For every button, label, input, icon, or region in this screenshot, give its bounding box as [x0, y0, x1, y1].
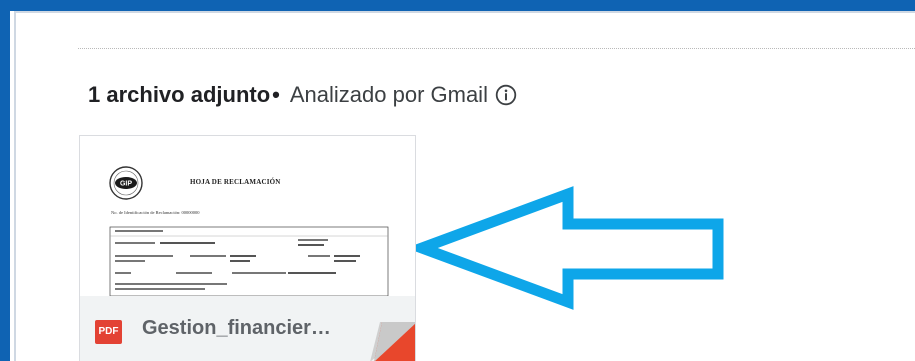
- header-separator: •: [272, 82, 280, 107]
- attachment-footer[interactable]: PDF Gestion_financier…: [80, 296, 415, 361]
- svg-text:GIP: GIP: [120, 181, 132, 188]
- document-logo: GIP: [109, 166, 143, 200]
- scan-status: Analizado por Gmail: [289, 82, 488, 107]
- attachment-preview[interactable]: GIP: [80, 136, 416, 296]
- attachment-count: 1 archivo adjunto: [88, 82, 271, 107]
- preview-title: HOJA DE RECLAMACIÓN: [190, 178, 281, 186]
- form-text-lines: [115, 230, 360, 290]
- attachments-header: 1 archivo adjunto • Analizado por Gmail: [88, 82, 517, 108]
- preview-reference: No. de Identificación de Reclamación: 00…: [111, 210, 200, 215]
- info-icon[interactable]: [495, 84, 517, 106]
- attachment-card[interactable]: GIP HOJA DE RECLAMACIÓN No. de Identific…: [79, 135, 416, 361]
- left-arrow-annotation: [416, 186, 724, 310]
- page-fold-corner: [370, 322, 415, 361]
- divider: [78, 48, 915, 49]
